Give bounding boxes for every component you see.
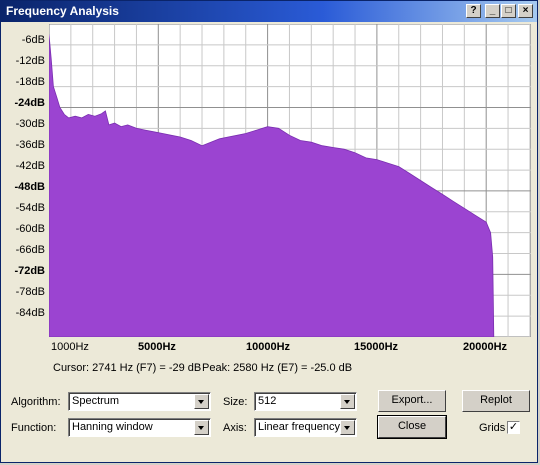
y-axis-tick-label: -42dB (15, 160, 45, 172)
chevron-down-icon[interactable] (194, 420, 209, 435)
size-label: Size: (223, 396, 248, 408)
cursor-readout: Cursor: 2741 Hz (F7) = -29 dB (53, 362, 202, 374)
y-axis-tick-label: -78dB (15, 286, 45, 298)
y-axis-tick-label: -60dB (15, 223, 45, 235)
chevron-down-icon[interactable] (340, 394, 355, 409)
y-axis-tick-label: -48dB (14, 181, 45, 193)
size-value: 512 (258, 395, 277, 407)
y-axis-tick-label: -54dB (15, 202, 45, 214)
axis-value: Linear frequency (258, 421, 340, 433)
grids-label: Grids (479, 422, 506, 434)
y-axis-tick-label: -12dB (15, 55, 45, 67)
spectrum-plot[interactable] (49, 24, 531, 337)
help-button[interactable]: ? (466, 4, 481, 18)
y-axis-tick-label: -24dB (14, 97, 45, 109)
replot-button[interactable]: Replot (462, 390, 530, 412)
y-axis-tick-label: -66dB (15, 244, 45, 256)
y-axis-tick-label: -30dB (15, 118, 45, 130)
x-axis-tick-label: 1000Hz (51, 341, 89, 353)
y-axis-tick-label: -18dB (15, 76, 45, 88)
y-axis-tick-label: -84dB (15, 307, 45, 319)
function-select[interactable]: Hanning window (68, 418, 211, 437)
y-axis-tick-label: -36dB (15, 139, 45, 151)
minimize-button[interactable]: _ (485, 4, 500, 18)
x-axis-tick-label: 15000Hz (354, 341, 399, 353)
maximize-button[interactable]: □ (501, 4, 516, 18)
algorithm-select[interactable]: Spectrum (68, 392, 211, 411)
spectrum-plot-area: -6dB -12dB -18dB -24dB -30dB -36dB -42dB -48dB -… (1, 23, 537, 363)
export-button[interactable]: Export... (378, 390, 446, 412)
axis-select[interactable]: Linear frequency (254, 418, 357, 437)
y-axis-tick-label: -72dB (14, 265, 45, 277)
x-axis-tick-label: 20000Hz (463, 341, 508, 353)
function-value: Hanning window (72, 421, 153, 433)
title-bar[interactable]: Frequency Analysis ? _ □ × (1, 1, 537, 22)
window-title: Frequency Analysis (6, 4, 119, 18)
grids-checkbox[interactable]: ✓ (507, 421, 520, 434)
size-select[interactable]: 512 (254, 392, 357, 411)
chevron-down-icon[interactable] (340, 420, 355, 435)
chevron-down-icon[interactable] (194, 394, 209, 409)
algorithm-value: Spectrum (72, 395, 120, 407)
frequency-analysis-window: Frequency Analysis ? _ □ × -6dB -12dB -18d… (0, 0, 538, 463)
y-axis-tick-label: -6dB (21, 34, 45, 46)
close-window-button[interactable]: × (518, 4, 533, 18)
x-axis-tick-label: 5000Hz (138, 341, 176, 353)
axis-label: Axis: (223, 422, 247, 434)
peak-readout: Peak: 2580 Hz (E7) = -25.0 dB (202, 362, 353, 374)
x-axis-tick-label: 10000Hz (246, 341, 291, 353)
function-label: Function: (11, 422, 57, 434)
algorithm-label: Algorithm: (11, 396, 61, 408)
close-button[interactable]: Close (377, 415, 447, 439)
